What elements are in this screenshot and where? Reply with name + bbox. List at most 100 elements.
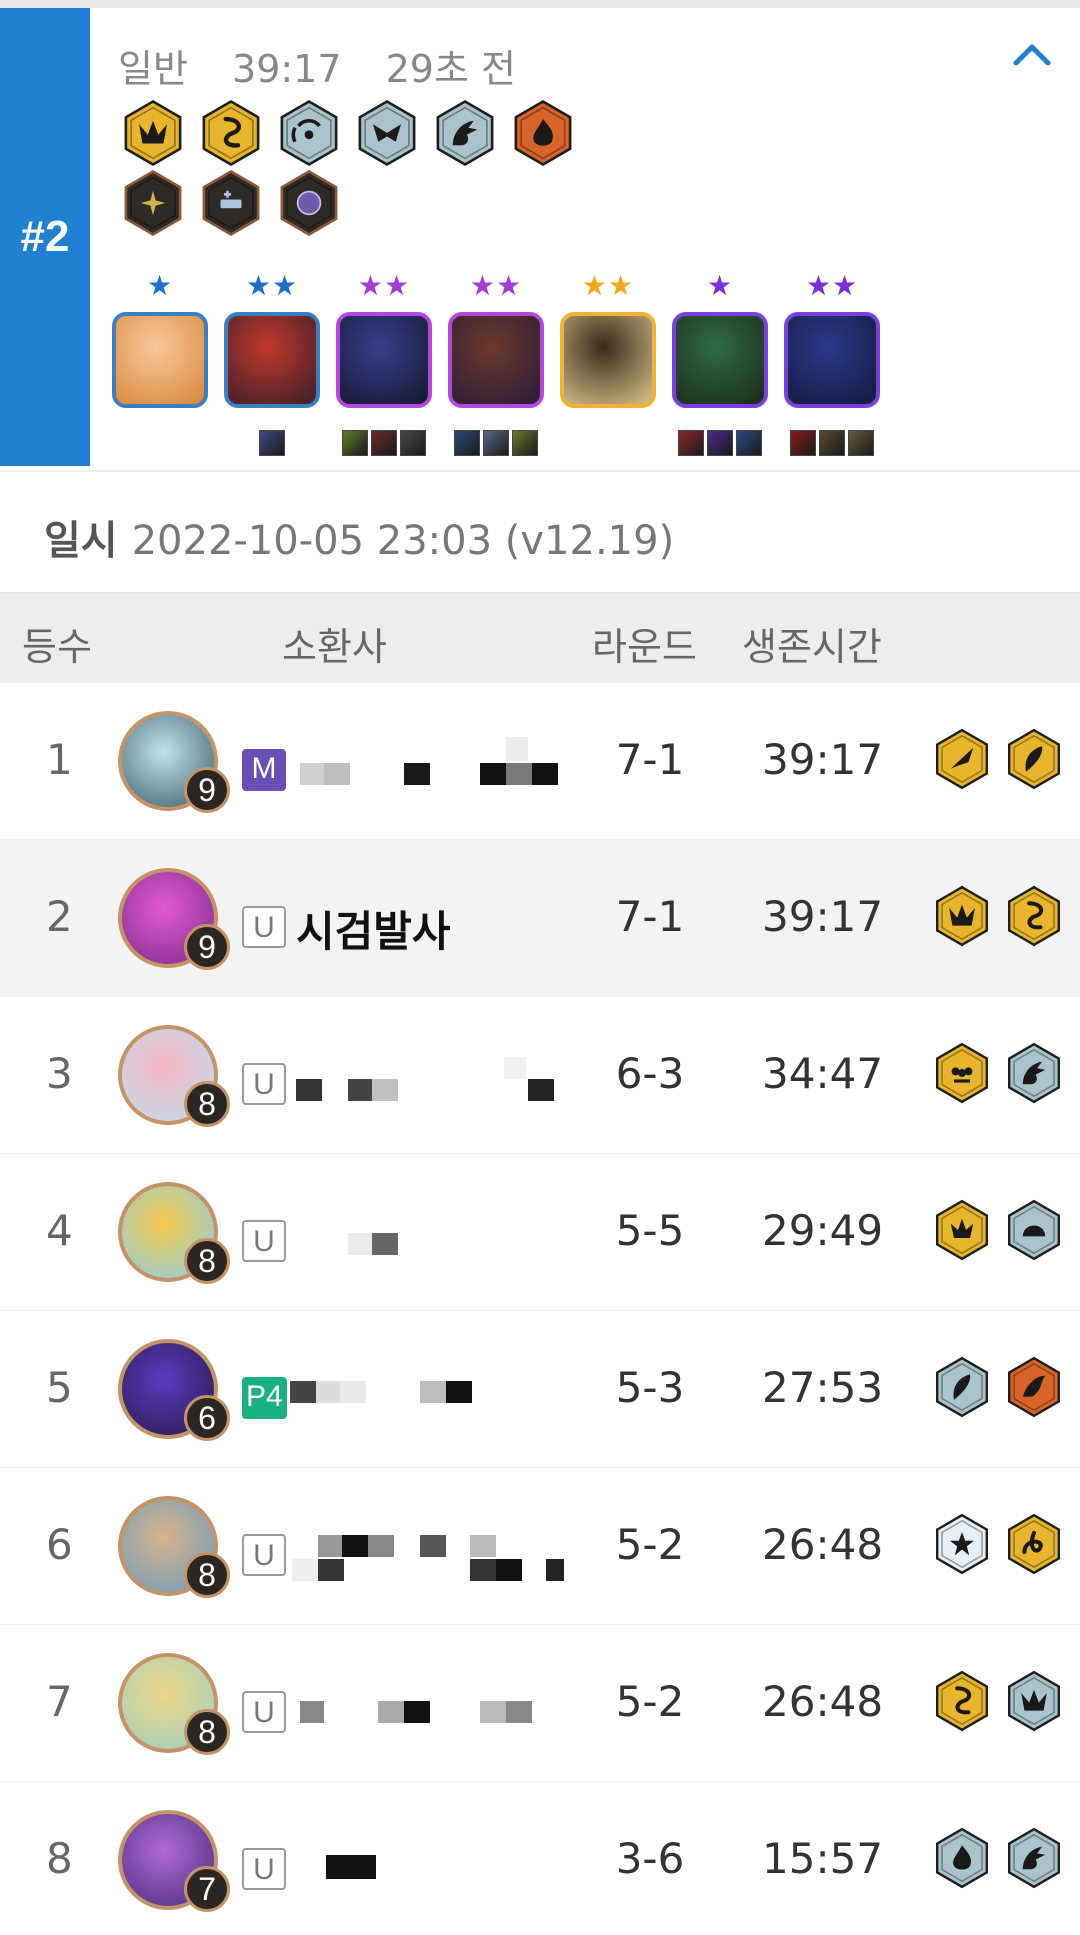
redacted-name-block — [496, 1559, 522, 1581]
item-icon[interactable] — [512, 430, 538, 456]
lotus-trait-icon[interactable] — [930, 1194, 994, 1266]
unit-slot[interactable]: ★ — [112, 266, 208, 458]
redacted-name-block — [324, 763, 350, 785]
shell-trait-icon[interactable] — [1002, 1194, 1066, 1266]
placement-label: #2 — [20, 212, 70, 261]
champion-portrait[interactable] — [672, 312, 768, 408]
dragon-trait-icon[interactable] — [430, 98, 500, 168]
unit-slot[interactable]: ★★ — [336, 266, 432, 458]
game-duration: 39:17 — [232, 47, 342, 91]
crown-trait-icon[interactable] — [1002, 1665, 1066, 1737]
flower-trait-icon[interactable] — [930, 1037, 994, 1109]
tactician-avatar[interactable]: 8 — [118, 1025, 230, 1133]
round-reached: 3-6 — [615, 1834, 685, 1883]
summoner-name[interactable]: 시검발사 — [296, 898, 451, 959]
tactician-avatar[interactable]: 9 — [118, 868, 230, 976]
player-level-badge: 7 — [184, 1866, 230, 1912]
player-level-badge: 8 — [184, 1081, 230, 1127]
blade-trait-icon[interactable] — [930, 723, 994, 795]
unit-slot[interactable]: ★★ — [224, 266, 320, 458]
item-icon[interactable] — [678, 430, 704, 456]
table-row[interactable]: 7 8 U 5-2 26:48 — [0, 1624, 1080, 1781]
redacted-name-block — [342, 1535, 368, 1557]
survival-time: 34:47 — [762, 1049, 884, 1098]
placement-bar: #2 — [0, 8, 90, 466]
round-reached: 7-1 — [615, 735, 685, 784]
table-row[interactable]: 1 9 M 7-1 39:17 — [0, 682, 1080, 839]
unit-star-level: ★★ — [581, 269, 635, 302]
star-trait-icon[interactable] — [930, 1508, 994, 1580]
top-traits — [930, 1508, 1066, 1580]
unit-slot[interactable]: ★★ — [448, 266, 544, 458]
survival-time: 15:57 — [762, 1834, 884, 1883]
tactician-avatar[interactable]: 7 — [118, 1810, 230, 1918]
item-icon[interactable] — [400, 430, 426, 456]
flame-trait-icon[interactable] — [930, 1822, 994, 1894]
tactician-avatar[interactable]: 9 — [118, 711, 230, 819]
round-reached: 5-5 — [615, 1206, 685, 1255]
item-icon[interactable] — [790, 430, 816, 456]
champion-portrait[interactable] — [112, 312, 208, 408]
unit-star-level: ★ — [706, 269, 734, 302]
item-icon[interactable] — [848, 430, 874, 456]
item-icon[interactable] — [454, 430, 480, 456]
unit-items — [678, 430, 762, 458]
item-icon[interactable] — [483, 430, 509, 456]
table-row[interactable]: 4 8 U 5-5 29:49 — [0, 1153, 1080, 1310]
item-icon[interactable] — [707, 430, 733, 456]
tactician-avatar[interactable]: 8 — [118, 1653, 230, 1761]
table-row[interactable]: 8 7 U 3-6 15:57 — [0, 1781, 1080, 1935]
collapse-button[interactable] — [1006, 28, 1058, 80]
plus-trait-icon[interactable] — [196, 168, 266, 238]
tactician-avatar[interactable]: 8 — [118, 1182, 230, 1290]
swirl-trait-icon[interactable] — [196, 98, 266, 168]
champion-portrait[interactable] — [784, 312, 880, 408]
signal-trait-icon[interactable] — [274, 98, 344, 168]
redacted-name-block — [528, 1079, 554, 1101]
redacted-name-block — [318, 1559, 344, 1581]
tactician-avatar[interactable]: 8 — [118, 1496, 230, 1604]
champion-portrait[interactable] — [224, 312, 320, 408]
sparkle-trait-icon[interactable] — [118, 168, 188, 238]
swirl-trait-icon[interactable] — [930, 1665, 994, 1737]
match-summary-card[interactable]: #2 일반 39:17 29초 전 ★ ★★ ★★ ★★ ★★ ★ ★★ — [0, 8, 1080, 466]
chevron-up-icon — [1013, 44, 1051, 66]
crown-trait-icon[interactable] — [118, 98, 188, 168]
date-label: 일시 — [44, 518, 118, 564]
table-row[interactable]: 3 8 U 6-3 34:47 — [0, 996, 1080, 1153]
feather-trait-icon[interactable] — [930, 1351, 994, 1423]
header-round: 라운드 — [592, 625, 697, 669]
champion-portrait[interactable] — [560, 312, 656, 408]
wing-trait-icon[interactable] — [1002, 1351, 1066, 1423]
mask-trait-icon[interactable] — [352, 98, 422, 168]
table-row[interactable]: 5 6 P4 5-3 27:53 — [0, 1310, 1080, 1467]
item-icon[interactable] — [342, 430, 368, 456]
item-icon[interactable] — [736, 430, 762, 456]
table-row[interactable]: 6 8 U 5-2 26:48 — [0, 1467, 1080, 1624]
serpent-trait-icon[interactable] — [1002, 1508, 1066, 1580]
player-level-badge: 8 — [184, 1238, 230, 1284]
redacted-name-block — [506, 737, 528, 761]
orb-trait-icon[interactable] — [274, 168, 344, 238]
flame-trait-icon[interactable] — [508, 98, 578, 168]
unit-slot[interactable]: ★★ — [560, 266, 656, 458]
rank-tier-badge: U — [242, 1691, 286, 1733]
tactician-avatar[interactable]: 6 — [118, 1339, 230, 1447]
item-icon[interactable] — [259, 430, 285, 456]
crown-trait-icon[interactable] — [930, 880, 994, 952]
swirl-trait-icon[interactable] — [1002, 880, 1066, 952]
item-icon[interactable] — [819, 430, 845, 456]
table-row[interactable]: 2 9 U 시검발사 7-1 39:17 — [0, 839, 1080, 996]
dragon-trait-icon[interactable] — [1002, 1037, 1066, 1109]
feather-trait-icon[interactable] — [1002, 723, 1066, 795]
champion-portrait[interactable] — [336, 312, 432, 408]
dragon-trait-icon[interactable] — [1002, 1822, 1066, 1894]
item-icon[interactable] — [371, 430, 397, 456]
unit-slot[interactable]: ★ — [672, 266, 768, 458]
champion-portrait[interactable] — [448, 312, 544, 408]
survival-time: 39:17 — [762, 735, 884, 784]
redacted-name-block — [292, 1559, 318, 1581]
unit-slot[interactable]: ★★ — [784, 266, 880, 458]
game-mode: 일반 — [118, 47, 188, 91]
rank-number: 1 — [46, 735, 73, 784]
